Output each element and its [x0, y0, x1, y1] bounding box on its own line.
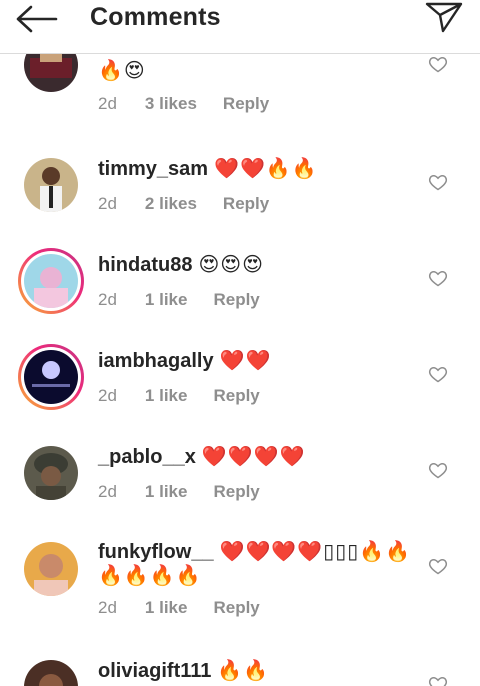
- comment-time: 2d: [98, 194, 117, 213]
- likes-count[interactable]: 2 likes: [145, 194, 197, 214]
- comment-time: 2d: [98, 290, 117, 309]
- like-heart-icon[interactable]: [428, 460, 448, 480]
- likes-count[interactable]: 1 like: [145, 290, 188, 310]
- comment-username[interactable]: funkyflow__: [98, 541, 214, 563]
- like-heart-icon[interactable]: [428, 556, 448, 576]
- arrow-left-icon[interactable]: [14, 4, 58, 34]
- page-title: Comments: [90, 3, 221, 31]
- like-heart-icon[interactable]: [428, 54, 448, 74]
- avatar[interactable]: [24, 542, 78, 596]
- likes-count[interactable]: 1 like: [145, 482, 188, 502]
- like-heart-icon[interactable]: [428, 268, 448, 288]
- comment-body: ❤️❤️🔥🔥: [214, 158, 318, 180]
- comment-time: 2d: [98, 386, 117, 405]
- reply-button[interactable]: Reply: [213, 598, 259, 618]
- avatar[interactable]: [18, 248, 84, 314]
- like-heart-icon[interactable]: [428, 364, 448, 384]
- like-heart-icon[interactable]: [428, 674, 448, 686]
- comment-username[interactable]: oliviagift111: [98, 660, 211, 682]
- comment-body: 😍😍😍: [198, 254, 265, 276]
- like-heart-icon[interactable]: [428, 172, 448, 192]
- comment-body: ❤️❤️❤️❤️: [201, 446, 306, 468]
- avatar[interactable]: [18, 344, 84, 410]
- avatar[interactable]: [24, 158, 78, 212]
- likes-count[interactable]: 3 likes: [145, 94, 197, 114]
- avatar[interactable]: [24, 660, 78, 686]
- comment-time: 2d: [98, 598, 117, 617]
- likes-count[interactable]: 1 like: [145, 386, 188, 406]
- comment-time: 2d: [98, 94, 117, 113]
- top-bar: Comments: [0, 0, 480, 54]
- reply-button[interactable]: Reply: [213, 290, 259, 310]
- comment-body: 🔥🔥: [217, 660, 270, 682]
- comment-username[interactable]: hindatu88: [98, 254, 192, 276]
- reply-button[interactable]: Reply: [213, 386, 259, 406]
- comment-username[interactable]: timmy_sam: [98, 158, 208, 180]
- comments-list[interactable]: 🔥😍 2d 3 likes Reply timmy_sam ❤️❤️🔥🔥 2d 2 li…: [0, 0, 480, 686]
- comment-username[interactable]: iambhagally: [98, 350, 214, 372]
- avatar[interactable]: [24, 446, 78, 500]
- comment-body: ❤️❤️: [219, 350, 272, 372]
- reply-button[interactable]: Reply: [223, 194, 269, 214]
- comment-time: 2d: [98, 482, 117, 501]
- reply-button[interactable]: Reply: [213, 482, 259, 502]
- paper-plane-icon[interactable]: [424, 0, 464, 34]
- reply-button[interactable]: Reply: [223, 94, 269, 114]
- comment-body: 🔥😍: [98, 60, 146, 82]
- comment-username[interactable]: _pablo__x: [98, 446, 196, 468]
- likes-count[interactable]: 1 like: [145, 598, 188, 618]
